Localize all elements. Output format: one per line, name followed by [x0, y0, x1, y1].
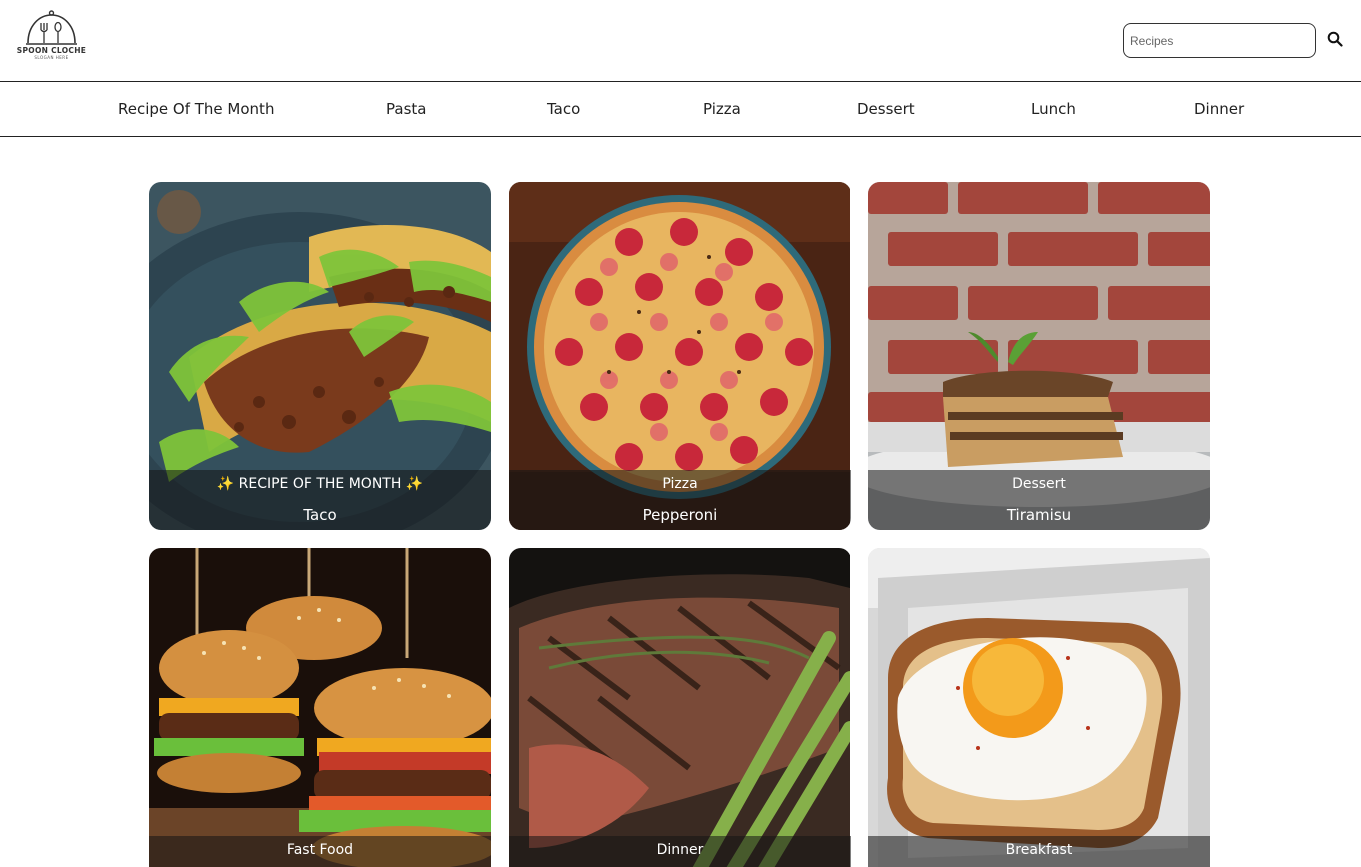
search-icon	[1327, 31, 1343, 47]
card-category: Dinner	[656, 842, 704, 858]
nav-item-pizza[interactable]: Pizza	[703, 100, 741, 118]
logo-name: SPOON CLOCHE	[16, 46, 87, 55]
card-title: Tiramisu	[1006, 506, 1072, 524]
card-title: Pepperoni	[642, 506, 718, 524]
card-category: Fast Food	[286, 842, 354, 858]
search-input[interactable]	[1123, 23, 1316, 58]
recipe-card-dessert[interactable]: Dessert Tiramisu	[868, 182, 1210, 530]
search-button[interactable]	[1326, 30, 1344, 50]
card-category: Breakfast	[1005, 842, 1073, 858]
recipe-card-dinner[interactable]: Dinner	[509, 548, 851, 867]
nav-item-taco[interactable]: Taco	[547, 100, 580, 118]
recipe-card-taco[interactable]: ✨ RECIPE OF THE MONTH ✨ Taco	[149, 182, 491, 530]
recipe-card-breakfast[interactable]: Breakfast	[868, 548, 1210, 867]
nav-item-recipe-of-the-month[interactable]: Recipe Of The Month	[118, 100, 274, 118]
cloche-icon	[26, 10, 77, 45]
logo[interactable]: SPOON CLOCHE SLOGAN HERE	[15, 10, 88, 60]
card-category: Pizza	[662, 476, 698, 492]
card-category: Dessert	[1012, 476, 1066, 492]
nav-item-pasta[interactable]: Pasta	[386, 100, 426, 118]
nav-item-lunch[interactable]: Lunch	[1031, 100, 1076, 118]
nav-item-dinner[interactable]: Dinner	[1194, 100, 1244, 118]
card-title: Taco	[303, 506, 337, 524]
burger-image	[149, 548, 491, 867]
card-category: ✨ RECIPE OF THE MONTH ✨	[216, 476, 424, 492]
nav-item-dessert[interactable]: Dessert	[857, 100, 915, 118]
logo-slogan: SLOGAN HERE	[34, 55, 69, 60]
category-nav: Recipe Of The Month Pasta Taco Pizza Des…	[0, 81, 1361, 137]
recipe-card-pizza[interactable]: Pizza Pepperoni	[509, 182, 851, 530]
steak-image	[509, 548, 850, 867]
recipe-card-fast-food[interactable]: Fast Food	[149, 548, 491, 867]
egg-toast-image	[868, 548, 1210, 867]
header: SPOON CLOCHE SLOGAN HERE	[0, 0, 1361, 81]
